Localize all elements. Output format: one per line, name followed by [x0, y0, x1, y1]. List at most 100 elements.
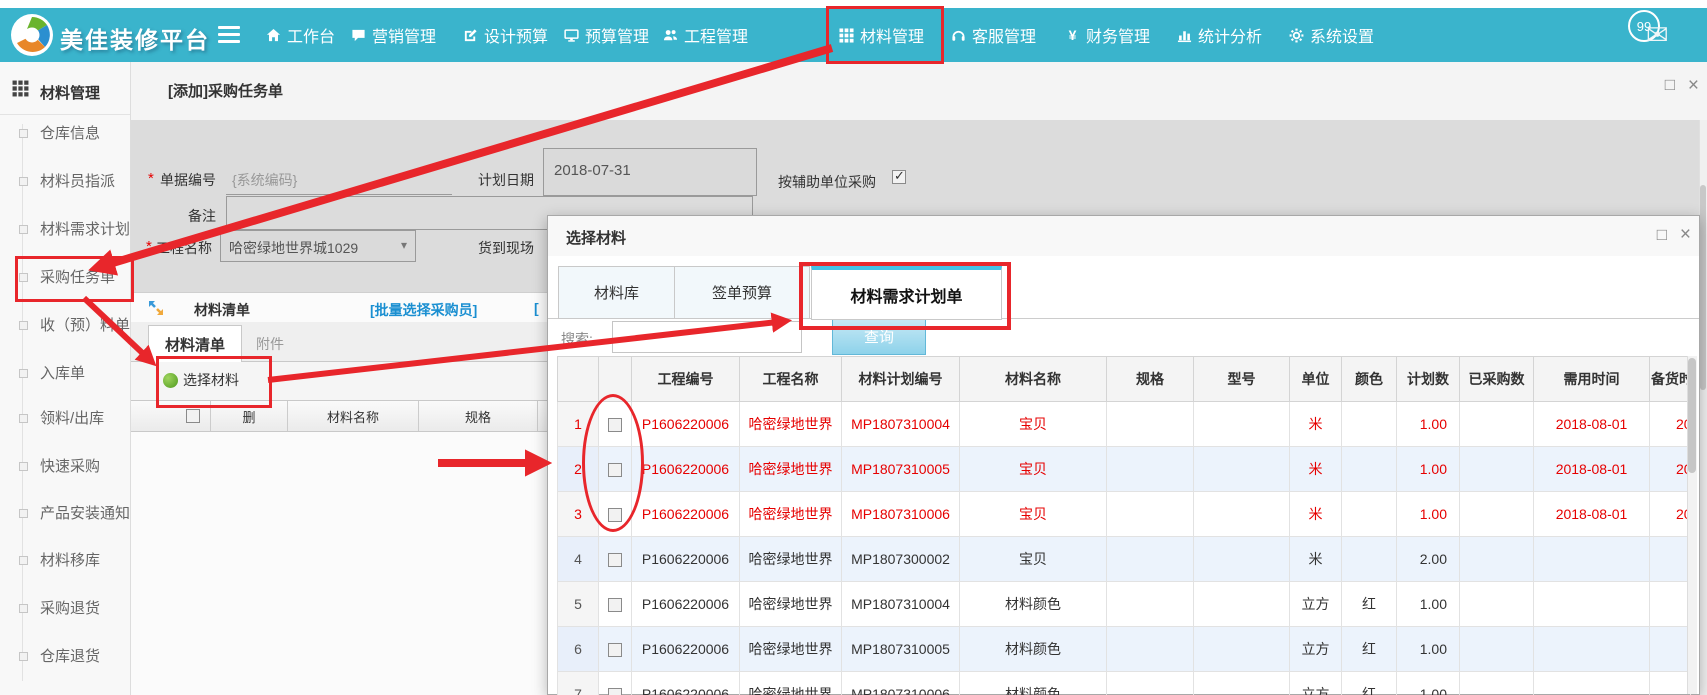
cell: [1460, 672, 1534, 695]
cell: [1107, 492, 1194, 537]
cell: [1107, 447, 1194, 492]
cell: 1.00: [1397, 672, 1460, 695]
nav-item-9[interactable]: 统计分析: [1176, 8, 1262, 62]
nav-item-label: 财务管理: [1086, 23, 1150, 47]
row-checkbox[interactable]: [608, 418, 622, 432]
query-button[interactable]: 查询: [832, 317, 926, 355]
sidebar-item-9[interactable]: 产品安装通知: [0, 502, 130, 522]
yen-icon: ¥: [1064, 27, 1080, 43]
panel-scrollbar[interactable]: [1699, 120, 1707, 695]
nav-item-5[interactable]: 工程管理: [662, 8, 748, 62]
brand-logo-icon: [10, 13, 54, 57]
row-checkbox[interactable]: [608, 508, 622, 522]
dialog-scrollbar[interactable]: [1687, 356, 1697, 694]
nav-item-label: 预算管理: [585, 23, 649, 47]
cell: [1460, 537, 1534, 582]
cell: 立方: [1290, 672, 1342, 695]
row-number: 3: [558, 492, 599, 537]
row-number: 7: [558, 672, 599, 695]
table-row: 1P1606220006哈密绿地世界MP1807310004宝贝米1.00201…: [558, 402, 1691, 447]
batch-select-buyer-link[interactable]: [批量选择采购员]: [370, 300, 477, 320]
row-checkbox-cell: [599, 672, 632, 695]
partial-link[interactable]: [: [534, 300, 539, 316]
app-window: 美佳装修平台 工作台营销管理设计预算预算管理工程管理材料管理客服管理¥财务管理统…: [0, 0, 1707, 695]
sidebar-item-11[interactable]: 采购退货: [0, 597, 130, 617]
sidebar-item-3[interactable]: 材料需求计划: [0, 218, 130, 238]
nav-item-8[interactable]: ¥ 财务管理: [1064, 8, 1150, 62]
sidebar-item-1[interactable]: 仓库信息: [0, 122, 130, 142]
project-name-label: 工程名称: [156, 238, 212, 258]
sidebar-item-2[interactable]: 材料员指派: [0, 170, 130, 190]
select-all-checkbox[interactable]: [186, 409, 200, 423]
sidebar-item-12[interactable]: 仓库退货: [0, 645, 130, 665]
tab-material-list[interactable]: 材料清单: [148, 325, 242, 362]
cell: P1606220006: [632, 537, 740, 582]
aux-unit-label: 按辅助单位采购: [778, 172, 876, 192]
nav-item-label: 工程管理: [684, 23, 748, 47]
close-icon[interactable]: ×: [1688, 76, 1699, 95]
nav-item-1[interactable]: 工作台: [265, 8, 335, 62]
cell: [1107, 402, 1194, 447]
col-delete: 删: [211, 401, 288, 431]
plan-date-input[interactable]: 2018-07-31: [543, 148, 757, 196]
sidebar-item-5[interactable]: 收（预）料单: [0, 314, 130, 334]
sidebar-item-10[interactable]: 材料移库: [0, 549, 130, 569]
cell: [1194, 582, 1290, 627]
cell: 米: [1290, 537, 1342, 582]
order-no-input[interactable]: [226, 166, 452, 195]
nav-item-4[interactable]: 预算管理: [563, 8, 649, 62]
row-checkbox[interactable]: [608, 643, 622, 657]
nav-item-7[interactable]: 客服管理: [950, 8, 1036, 62]
nav-item-label: 统计分析: [1198, 23, 1262, 47]
cell: 2.00: [1397, 537, 1460, 582]
sidebar-item-8[interactable]: 快速采购: [0, 455, 130, 475]
search-label: 搜索:: [561, 329, 593, 349]
cell: 红: [1342, 627, 1397, 672]
hamburger-menu-icon[interactable]: [218, 26, 240, 29]
nav-item-6[interactable]: 材料管理: [838, 8, 924, 62]
col-header: 工程编号: [632, 357, 740, 402]
cell: P1606220006: [632, 627, 740, 672]
table-row: 3P1606220006哈密绿地世界MP1807310006宝贝米1.00201…: [558, 492, 1691, 537]
mail-icon[interactable]: ✉: [1646, 22, 1669, 49]
col-row-number: [558, 357, 599, 402]
nav-item-label: 工作台: [287, 23, 335, 47]
grid-icon: [12, 80, 29, 102]
row-checkbox[interactable]: [608, 688, 622, 695]
dialog-maximize-icon[interactable]: □: [1657, 226, 1667, 243]
select-material-button[interactable]: 选择材料: [163, 370, 239, 390]
nav-item-10[interactable]: 系统设置: [1288, 8, 1374, 62]
sidebar-item-7[interactable]: 领料/出库: [0, 407, 130, 427]
nav-item-2[interactable]: 营销管理: [350, 8, 436, 62]
project-name-select[interactable]: 哈密绿地世界城1029 ▾: [220, 230, 416, 262]
search-input[interactable]: [612, 321, 802, 353]
tab-attachment[interactable]: 附件: [256, 334, 284, 354]
col-material-name: 材料名称: [288, 401, 419, 431]
row-checkbox-cell: [599, 627, 632, 672]
dialog-tab-2[interactable]: 签单预算: [674, 266, 810, 319]
row-checkbox[interactable]: [608, 463, 622, 477]
row-checkbox[interactable]: [608, 598, 622, 612]
table-row: 7P1606220006哈密绿地世界MP1807310006材料颜色立方红1.0…: [558, 672, 1691, 695]
cell: 红: [1342, 672, 1397, 695]
dialog-tab-3[interactable]: 材料需求计划单: [811, 266, 1002, 320]
expand-icon[interactable]: [148, 300, 164, 316]
cell: 2018-08-01: [1534, 492, 1650, 537]
scrollbar-thumb[interactable]: [1688, 358, 1696, 473]
cell: MP1807310005: [842, 447, 960, 492]
aux-unit-checkbox[interactable]: [892, 170, 906, 184]
sidebar-item-6[interactable]: 入库单: [0, 362, 130, 382]
grid-icon: [838, 27, 854, 43]
gear-icon: [1288, 27, 1304, 43]
dialog-tab-1[interactable]: 材料库: [558, 266, 675, 319]
scrollbar-thumb[interactable]: [1700, 185, 1706, 390]
cell: 1.00: [1397, 402, 1460, 447]
row-checkbox[interactable]: [608, 553, 622, 567]
top-navbar: 美佳装修平台 工作台营销管理设计预算预算管理工程管理材料管理客服管理¥财务管理统…: [0, 8, 1707, 62]
sidebar-item-4[interactable]: 采购任务单: [0, 266, 130, 286]
nav-item-3[interactable]: 设计预算: [462, 8, 548, 62]
dialog-close-icon[interactable]: ×: [1680, 225, 1691, 244]
cell: MP1807310005: [842, 627, 960, 672]
cell: MP1807310004: [842, 582, 960, 627]
maximize-icon[interactable]: □: [1665, 76, 1675, 93]
